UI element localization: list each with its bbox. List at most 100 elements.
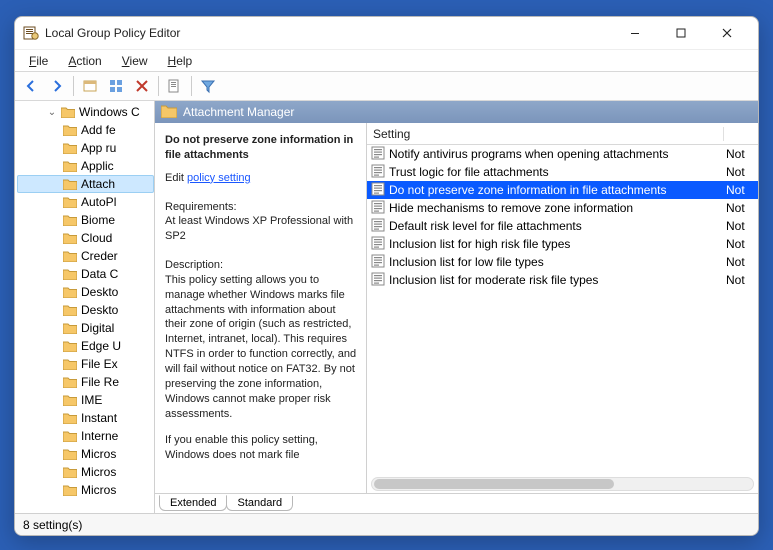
view-options-button[interactable] — [104, 74, 128, 98]
tree-pane[interactable]: ⌄ Windows C Add feApp ruApplic Attach Auto… — [15, 101, 155, 513]
tree-item[interactable]: Micros — [17, 445, 154, 463]
column-setting[interactable]: Setting — [367, 127, 724, 141]
toolbar-sep — [191, 76, 192, 96]
setting-state: Not — [724, 183, 758, 197]
tree-item[interactable]: Applic — [17, 157, 154, 175]
requirements-label: Requirements: — [165, 200, 358, 215]
scroll-thumb[interactable] — [374, 479, 614, 489]
close-button[interactable] — [704, 19, 750, 47]
menu-help[interactable]: Help — [160, 52, 201, 70]
window-controls — [612, 19, 750, 47]
policy-icon — [371, 146, 385, 163]
toolbar-sep — [73, 76, 74, 96]
tree-item[interactable]: Attach — [17, 175, 154, 193]
setting-label: Inclusion list for low file types — [389, 255, 720, 269]
folder-icon — [63, 412, 77, 424]
setting-label: Trust logic for file attachments — [389, 165, 720, 179]
setting-state: Not — [724, 165, 758, 179]
tree-label: Deskto — [81, 303, 118, 317]
setting-row[interactable]: Hide mechanisms to remove zone informati… — [367, 199, 758, 217]
tree-label: AutoPl — [81, 195, 116, 209]
tree-label: File Re — [81, 375, 119, 389]
tab-extended[interactable]: Extended — [159, 495, 227, 511]
folder-icon — [63, 466, 77, 478]
folder-icon — [63, 322, 77, 334]
setting-row[interactable]: Inclusion list for low file typesNot — [367, 253, 758, 271]
setting-state: Not — [724, 219, 758, 233]
collapse-icon[interactable]: ⌄ — [47, 107, 57, 118]
tree-item[interactable]: Biome — [17, 211, 154, 229]
tree-item[interactable]: Instant — [17, 409, 154, 427]
folder-icon — [63, 358, 77, 370]
folder-icon — [63, 232, 77, 244]
setting-state: Not — [724, 237, 758, 251]
back-button[interactable] — [19, 74, 43, 98]
edit-policy-link[interactable]: policy setting — [187, 172, 251, 184]
tree-item[interactable]: Micros — [17, 463, 154, 481]
tree-item[interactable]: Digital — [17, 319, 154, 337]
folder-icon — [63, 142, 77, 154]
policy-icon — [371, 200, 385, 217]
setting-row[interactable]: Inclusion list for high risk file typesN… — [367, 235, 758, 253]
window-title: Local Group Policy Editor — [45, 26, 612, 40]
setting-row[interactable]: Notify antivirus programs when opening a… — [367, 145, 758, 163]
menu-file[interactable]: File — [21, 52, 56, 70]
horizontal-scrollbar[interactable] — [371, 477, 754, 491]
list-header[interactable]: Setting — [367, 123, 758, 145]
tree-item[interactable]: File Re — [17, 373, 154, 391]
delete-button[interactable] — [130, 74, 154, 98]
tree-label: File Ex — [81, 357, 118, 371]
description-label: Description: — [165, 258, 358, 273]
tree-item[interactable]: App ru — [17, 139, 154, 157]
folder-icon — [63, 484, 77, 496]
tree-parent-windows[interactable]: ⌄ Windows C — [17, 103, 154, 121]
setting-row[interactable]: Trust logic for file attachments Not — [367, 163, 758, 181]
folder-icon — [63, 268, 77, 280]
tree-item[interactable]: Micros — [17, 481, 154, 499]
setting-row[interactable]: Do not preserve zone information in file… — [367, 181, 758, 199]
edit-label: Edit — [165, 172, 184, 184]
status-text: 8 setting(s) — [23, 518, 82, 532]
tree-item[interactable]: Add fe — [17, 121, 154, 139]
list-body[interactable]: Notify antivirus programs when opening a… — [367, 145, 758, 493]
tree-label: Interne — [81, 429, 118, 443]
tree-item[interactable]: IME — [17, 391, 154, 409]
forward-button[interactable] — [45, 74, 69, 98]
policy-icon — [371, 272, 385, 289]
folder-icon — [63, 394, 77, 406]
setting-row[interactable]: Inclusion list for moderate risk file ty… — [367, 271, 758, 289]
folder-icon — [161, 104, 177, 121]
tree-label: Creder — [81, 249, 118, 263]
detail-pane: Attachment Manager Do not preserve zone … — [155, 101, 758, 513]
tree-item[interactable]: Creder — [17, 247, 154, 265]
setting-row[interactable]: Default risk level for file attachmentsN… — [367, 217, 758, 235]
properties-button[interactable] — [163, 74, 187, 98]
tab-standard[interactable]: Standard — [226, 496, 293, 511]
tree-item[interactable]: Deskto — [17, 283, 154, 301]
minimize-button[interactable] — [612, 19, 658, 47]
policy-icon — [371, 164, 385, 181]
tree-label: Attach — [81, 177, 115, 191]
tree-item[interactable]: AutoPl — [17, 193, 154, 211]
maximize-button[interactable] — [658, 19, 704, 47]
setting-label: Inclusion list for moderate risk file ty… — [389, 273, 720, 287]
folder-icon — [63, 178, 77, 190]
statusbar: 8 setting(s) — [15, 513, 758, 535]
up-button[interactable] — [78, 74, 102, 98]
setting-label: Notify antivirus programs when opening a… — [389, 147, 720, 161]
tree-item[interactable]: Cloud — [17, 229, 154, 247]
tree-item[interactable]: File Ex — [17, 355, 154, 373]
menu-view[interactable]: View — [114, 52, 156, 70]
app-icon — [23, 25, 39, 41]
tree-item[interactable]: Interne — [17, 427, 154, 445]
folder-icon — [63, 376, 77, 388]
detail-body: Do not preserve zone information in file… — [155, 123, 758, 493]
tree-label: Biome — [81, 213, 115, 227]
menu-action[interactable]: Action — [60, 52, 109, 70]
filter-button[interactable] — [196, 74, 220, 98]
tree-item[interactable]: Edge U — [17, 337, 154, 355]
tree-item[interactable]: Data C — [17, 265, 154, 283]
tree-item[interactable]: Deskto — [17, 301, 154, 319]
setting-state: Not — [724, 273, 758, 287]
toolbar — [15, 71, 758, 101]
